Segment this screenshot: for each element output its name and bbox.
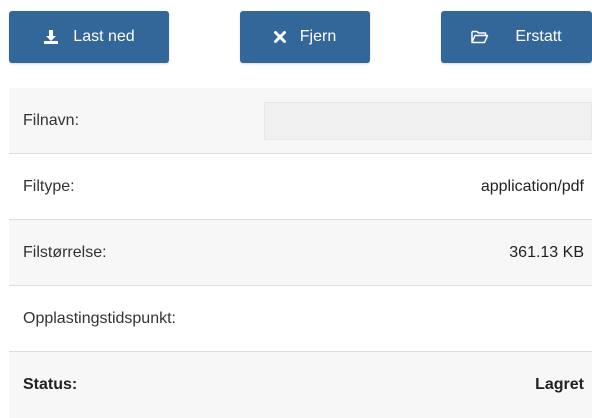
filename-row: Filnavn:	[9, 88, 592, 154]
file-toolbar: Last ned Fjern Erstatt	[0, 0, 592, 88]
filename-input[interactable]	[264, 101, 592, 140]
filename-label: Filnavn:	[23, 111, 80, 129]
status-label: Status:	[23, 376, 78, 393]
file-details-table: Filnavn: Filtype: application/pdf Filstø…	[9, 88, 592, 418]
filesize-value: 361.13 KB	[509, 243, 584, 261]
remove-button-label: Fjern	[299, 28, 337, 45]
download-button[interactable]: Last ned	[9, 11, 169, 63]
filesize-row: Filstørrelse: 361.13 KB	[9, 220, 592, 286]
status-row: Status: Lagret	[9, 352, 592, 418]
replace-button-label: Erstatt	[515, 28, 562, 45]
uploaded-label: Opplastingstidspunkt:	[23, 309, 176, 327]
folder-open-icon	[471, 30, 489, 44]
filetype-value: application/pdf	[480, 177, 584, 195]
filesize-label: Filstørrelse:	[23, 243, 107, 261]
status-value: Lagret	[535, 376, 584, 393]
download-button-label: Last ned	[73, 28, 135, 45]
filetype-row: Filtype: application/pdf	[9, 154, 592, 220]
filetype-label: Filtype:	[23, 177, 75, 195]
download-icon	[43, 29, 59, 45]
replace-button[interactable]: Erstatt	[441, 11, 592, 63]
uploaded-row: Opplastingstidspunkt:	[9, 286, 592, 352]
remove-button[interactable]: Fjern	[240, 11, 370, 63]
close-icon	[273, 31, 286, 43]
